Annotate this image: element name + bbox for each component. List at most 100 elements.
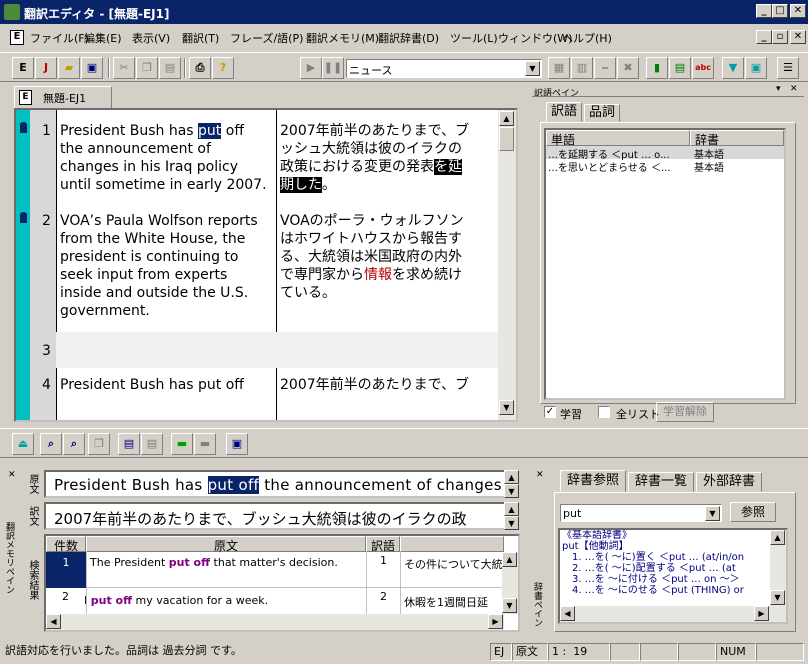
copy-icon[interactable]: ❐: [136, 57, 158, 79]
source-cell[interactable]: President Bush has put off: [60, 376, 274, 394]
menu-memory[interactable]: 翻訳メモリ(M): [306, 30, 379, 46]
source-cell[interactable]: President Bush has put off the announcem…: [60, 122, 274, 194]
scroll-down-icon[interactable]: ▼: [770, 590, 785, 605]
je-mode-icon[interactable]: J: [35, 57, 57, 79]
child-minimize-button[interactable]: _: [756, 30, 772, 44]
eject-icon[interactable]: ⏏: [12, 433, 34, 455]
save-icon[interactable]: ▣: [81, 57, 103, 79]
pause-icon[interactable]: ❚❚: [322, 57, 344, 79]
tab-translation[interactable]: 訳語: [546, 102, 582, 122]
scroll-up-icon[interactable]: ▲: [502, 552, 517, 567]
delete-icon[interactable]: ✖: [617, 57, 639, 79]
menu-dictionary[interactable]: 翻訳辞書(D): [378, 30, 439, 46]
window-icon[interactable]: ▣: [226, 433, 248, 455]
dict-vscroll[interactable]: ▲ ▼: [770, 530, 786, 606]
paste-icon[interactable]: ▤: [159, 57, 181, 79]
search-icon[interactable]: ⌕: [40, 433, 62, 455]
grid-scrollbar[interactable]: ▲ ▼: [498, 110, 516, 420]
settings-icon[interactable]: ☰: [777, 57, 799, 79]
menu-phrase[interactable]: フレーズ/語(P): [230, 30, 303, 46]
tab-part-of-speech[interactable]: 品詞: [584, 104, 620, 122]
register-memory-icon[interactable]: ▤: [118, 433, 140, 455]
lookup-button[interactable]: 参照: [730, 502, 776, 522]
play-icon[interactable]: ▶: [300, 57, 322, 79]
copy-memory-icon[interactable]: ❐: [88, 433, 110, 455]
scroll-left-icon[interactable]: ◀: [46, 614, 61, 629]
dict-query-select[interactable]: put ▼: [560, 504, 722, 522]
target-scroll[interactable]: ▲ ▼: [504, 502, 519, 530]
maximize-button[interactable]: □: [772, 4, 788, 18]
list-item[interactable]: …を延期する ＜put … o... 基本語: [546, 146, 784, 161]
spell-check-icon[interactable]: abc: [692, 57, 714, 79]
table-row[interactable]: 1 The President put off that matter's de…: [46, 552, 504, 588]
translate-icon[interactable]: ▦: [548, 57, 570, 79]
memory-source-field[interactable]: President Bush has put off the announcem…: [44, 470, 506, 498]
menu-file[interactable]: ファイル(F): [30, 30, 89, 46]
scroll-down-icon[interactable]: ▼: [499, 400, 514, 415]
layout-icon[interactable]: ▣: [745, 57, 767, 79]
col-header-dict[interactable]: 辞書: [690, 130, 784, 147]
search-next-icon[interactable]: ⌕: [63, 433, 85, 455]
filter-icon[interactable]: ▼: [722, 57, 744, 79]
learn-checkbox[interactable]: ✓: [544, 406, 556, 418]
ej-mode-icon[interactable]: E: [12, 57, 34, 79]
pane-menu-icon[interactable]: ▾: [776, 84, 781, 94]
results-hscroll[interactable]: ◀ ▶: [46, 614, 504, 630]
dict-hscroll[interactable]: ◀ ▶: [560, 606, 786, 622]
green-icon[interactable]: ▬: [171, 433, 193, 455]
memory-target-field[interactable]: 2007年前半のあたりまで、ブッシュ大統領は彼のイラクの政: [44, 502, 506, 530]
target-cell[interactable]: VOAのポーラ・ウォルフソン はホワイトハウスから報告す る、大統領は米国政府の…: [280, 212, 496, 302]
category-select[interactable]: ニュース ▼: [346, 59, 542, 78]
close-button[interactable]: ✕: [790, 4, 806, 18]
results-vscroll[interactable]: ▲ ▼: [502, 552, 518, 614]
pane-close-icon[interactable]: ✕: [790, 84, 798, 94]
target-cell[interactable]: 2007年前半のあたりまで、ブ: [280, 376, 496, 394]
col-header-source[interactable]: 原文: [86, 536, 366, 553]
menu-edit[interactable]: 編集(E): [84, 30, 122, 46]
tab-external-dict[interactable]: 外部辞書: [696, 472, 762, 492]
scroll-up-icon[interactable]: ▲: [504, 470, 519, 484]
scroll-down-icon[interactable]: ▼: [504, 516, 519, 530]
help-icon[interactable]: ?: [212, 57, 234, 79]
tab-dict-list[interactable]: 辞書一覧: [628, 472, 694, 492]
delete-memory-icon[interactable]: ▤: [141, 433, 163, 455]
cut-icon[interactable]: ✂: [113, 57, 135, 79]
source-scroll[interactable]: ▲ ▼: [504, 470, 519, 498]
pane-close-icon[interactable]: ✕: [8, 470, 16, 480]
menu-translate[interactable]: 翻訳(T): [182, 30, 219, 46]
book-icon[interactable]: ▮: [646, 57, 668, 79]
scroll-up-icon[interactable]: ▲: [504, 502, 519, 516]
pane-close-icon[interactable]: ✕: [536, 470, 544, 480]
child-close-button[interactable]: ✕: [790, 30, 806, 44]
all-list-checkbox[interactable]: [598, 406, 610, 418]
child-restore-button[interactable]: ▫: [772, 30, 788, 44]
line-icon[interactable]: ⎯: [594, 57, 616, 79]
menu-view[interactable]: 表示(V): [132, 30, 170, 46]
col-header-target[interactable]: 訳語: [366, 536, 400, 553]
register-icon[interactable]: ▤: [669, 57, 691, 79]
minimize-button[interactable]: _: [756, 4, 772, 18]
unlearn-button[interactable]: 学習解除: [656, 402, 714, 422]
scroll-up-icon[interactable]: ▲: [770, 530, 785, 545]
scroll-up-icon[interactable]: ▲: [499, 111, 514, 126]
scroll-down-icon[interactable]: ▼: [504, 484, 519, 498]
target-cell[interactable]: 2007年前半のあたりまで、ブ ッシュ大統領は彼のイラクの 政策における変更の発…: [280, 122, 496, 194]
list-item[interactable]: …を思いとどまらせる ＜... 基本語: [546, 159, 784, 174]
replace-icon[interactable]: ▬: [194, 433, 216, 455]
tab-document[interactable]: E 無題-EJ1: [14, 86, 112, 108]
open-folder-icon[interactable]: ▰: [58, 57, 80, 79]
menu-tools[interactable]: ツール(L): [450, 30, 498, 46]
chevron-down-icon[interactable]: ▼: [705, 506, 720, 521]
source-cell[interactable]: VOA’s Paula Wolfson reports from the Whi…: [60, 212, 274, 320]
translate-all-icon[interactable]: ▥: [571, 57, 593, 79]
scroll-thumb[interactable]: [499, 127, 514, 151]
scroll-down-icon[interactable]: ▼: [502, 598, 517, 613]
menu-help[interactable]: ヘルプ(H): [562, 30, 612, 46]
print-icon[interactable]: ⎙: [189, 57, 211, 79]
scroll-right-icon[interactable]: ▶: [488, 614, 503, 629]
col-header-word[interactable]: 単語: [546, 130, 690, 147]
scroll-left-icon[interactable]: ◀: [560, 606, 575, 621]
chevron-down-icon[interactable]: ▼: [525, 61, 540, 76]
scroll-right-icon[interactable]: ▶: [754, 606, 769, 621]
col-header-count[interactable]: 件数: [46, 536, 86, 553]
